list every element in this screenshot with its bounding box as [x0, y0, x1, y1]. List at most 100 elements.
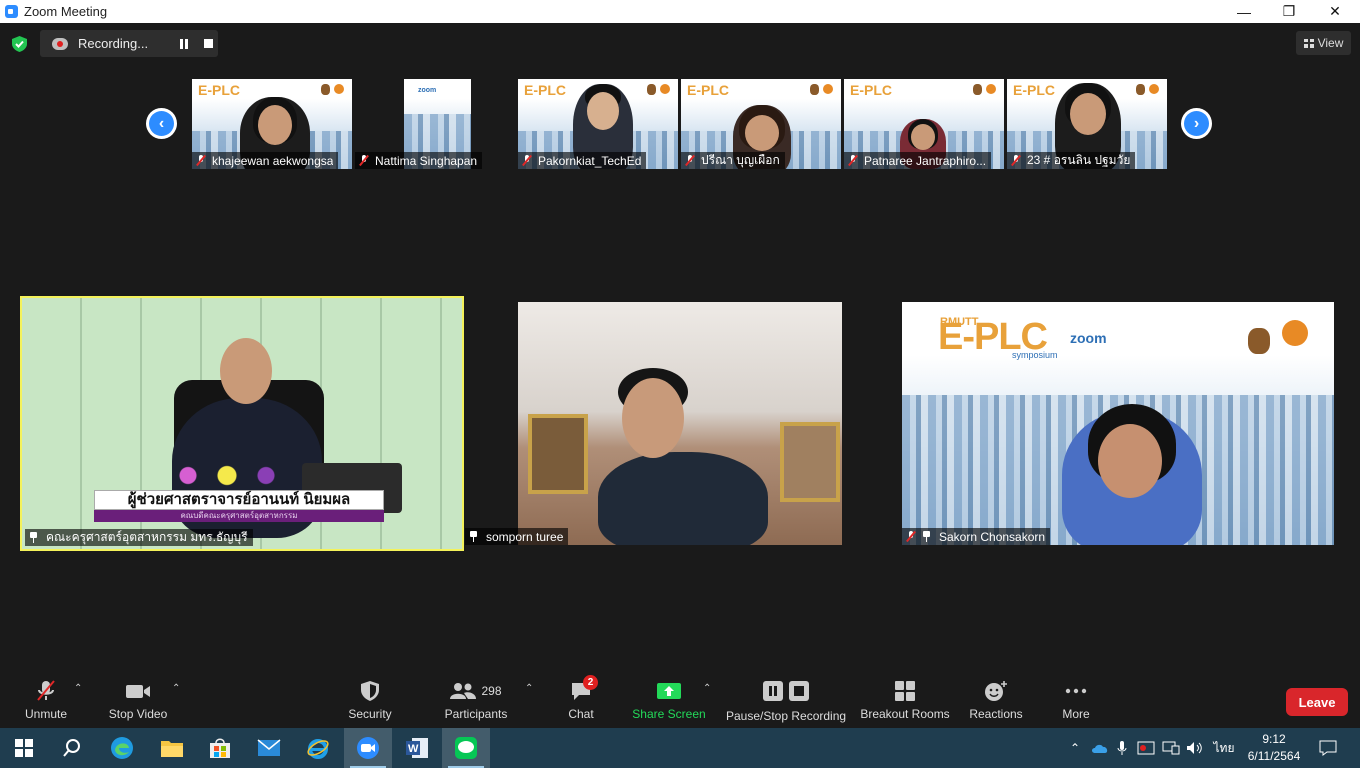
- previous-page-button[interactable]: ‹: [146, 108, 177, 139]
- participant-thumbnail[interactable]: E-PLC khajeewan aekwongsa: [192, 79, 352, 169]
- participant-name: คณะครุศาสตร์อุตสาหกรรม มทร.ธัญบุรี: [46, 530, 248, 544]
- video-options-caret[interactable]: ⌃: [172, 683, 180, 694]
- pause-stop-recording-button[interactable]: Pause/Stop Recording: [726, 679, 846, 724]
- participant-thumbnail[interactable]: E-PLC ปรีณา บุญเผือก: [681, 79, 841, 169]
- next-page-button[interactable]: ›: [1181, 108, 1212, 139]
- clock-date: 6/11/2564: [1247, 749, 1301, 763]
- clock-time: 9:12: [1262, 732, 1286, 746]
- participant-name-tag: khajeewan aekwongsa: [192, 152, 339, 169]
- view-button[interactable]: View: [1296, 31, 1351, 55]
- share-options-caret[interactable]: ⌃: [703, 683, 711, 694]
- participant-figure: [598, 452, 768, 545]
- unmute-label: Unmute: [24, 707, 68, 721]
- participants-icon: [450, 683, 477, 699]
- taskbar-line[interactable]: [442, 728, 490, 768]
- participant-name: Nattima Singhapan: [375, 153, 478, 168]
- participant-tile[interactable]: somporn turee: [465, 302, 898, 545]
- taskbar-clock[interactable]: 9:12 6/11/2564: [1244, 731, 1304, 765]
- symposium-label: symposium: [1012, 350, 1058, 360]
- taskbar-edge[interactable]: [98, 728, 146, 768]
- university-seal-icon: [810, 84, 819, 95]
- cloud-recording-icon: [52, 37, 68, 50]
- security-button[interactable]: Security: [346, 679, 394, 724]
- zoom-logo: zoom: [418, 87, 437, 94]
- taskbar-internet-explorer[interactable]: [294, 728, 342, 768]
- more-dots-icon: [1065, 688, 1087, 694]
- active-speaker-tile[interactable]: ผู้ช่วยศาสตราจารย์อานนท์ นิยมผล คณบดีคณะ…: [20, 296, 464, 551]
- muted-mic-icon: [359, 155, 368, 166]
- speaker-title-banner: คณบดีคณะครุศาสตร์อุตสาหกรรม: [94, 510, 384, 522]
- taskbar-store[interactable]: [196, 728, 244, 768]
- recording-label: Recording...: [78, 36, 149, 51]
- show-hidden-icons-button[interactable]: ⌃: [1066, 728, 1084, 768]
- start-button[interactable]: [0, 728, 48, 768]
- reactions-smiley-icon: [985, 681, 1007, 701]
- leave-button[interactable]: Leave: [1286, 688, 1348, 716]
- participant-name-tag: Nattima Singhapan: [355, 152, 483, 169]
- taskbar-word[interactable]: W: [393, 728, 441, 768]
- participant-thumbnail[interactable]: E-PLC Patnaree Jantraphiro...: [844, 79, 1004, 169]
- participant-thumbnail[interactable]: E-PLC Pakornkiat_TechEd: [518, 79, 678, 169]
- muted-microphone-icon: [37, 680, 55, 701]
- taskbar-mail[interactable]: [245, 728, 293, 768]
- share-screen-icon: [657, 683, 681, 699]
- eplc-logo: E-PLC: [198, 82, 240, 98]
- participant-name: Sakorn Chonsakorn: [939, 529, 1046, 544]
- muted-mic-icon: [848, 155, 857, 166]
- encryption-shield-icon[interactable]: [12, 36, 27, 52]
- participants-options-caret[interactable]: ⌃: [525, 683, 533, 694]
- share-screen-label: Share Screen: [632, 707, 706, 721]
- participant-tile[interactable]: RMUTT E-PLC symposium zoom Sakorn Chonsa…: [902, 302, 1334, 545]
- network-icon[interactable]: [1160, 728, 1182, 768]
- share-screen-button[interactable]: Share Screen: [632, 679, 706, 724]
- breakout-rooms-label: Breakout Rooms: [860, 707, 950, 721]
- participant-name: ปรีณา บุญเผือก: [701, 153, 780, 167]
- svg-text:W: W: [408, 743, 419, 755]
- eplc-logo: E-PLC: [850, 82, 892, 98]
- speaker-name-banner: ผู้ช่วยศาสตราจารย์อานนท์ นิยมผล: [94, 490, 384, 510]
- breakout-rooms-button[interactable]: Breakout Rooms: [860, 679, 950, 724]
- line-chat-icon: [455, 737, 477, 759]
- audio-options-caret[interactable]: ⌃: [74, 683, 82, 694]
- muted-mic-icon: [685, 155, 694, 166]
- chat-button[interactable]: 2 Chat: [563, 675, 599, 724]
- taskbar-zoom[interactable]: [344, 728, 392, 768]
- stop-video-button[interactable]: Stop Video: [106, 679, 170, 724]
- taskbar-search-button[interactable]: [48, 728, 96, 768]
- participant-thumbnail[interactable]: E-PLC 23 # อรนลิน ปฐมวัย: [1007, 79, 1167, 169]
- action-center-button[interactable]: [1314, 728, 1342, 768]
- university-seal-icon: [321, 84, 330, 95]
- input-language-indicator[interactable]: ไทย: [1210, 728, 1238, 768]
- volume-icon[interactable]: [1184, 728, 1206, 768]
- security-tray-icon[interactable]: [1136, 728, 1156, 768]
- more-button[interactable]: More: [1058, 679, 1094, 724]
- meeting-stage: Recording... View ‹ › E-PLC khajeewan ae…: [0, 23, 1360, 673]
- pause-stop-recording-label: Pause/Stop Recording: [725, 709, 847, 723]
- onedrive-cloud-icon[interactable]: [1090, 728, 1110, 768]
- wall-portrait: [780, 422, 840, 502]
- university-seal-icon: [1248, 328, 1270, 354]
- pin-icon: [922, 531, 931, 542]
- participant-name-tag: 23 # อรนลิน ปฐมวัย: [1007, 152, 1136, 169]
- unmute-button[interactable]: Unmute: [22, 679, 70, 724]
- participants-label: Participants: [444, 707, 508, 721]
- participants-button[interactable]: 298 Participants: [444, 679, 508, 724]
- zoom-app-icon: [5, 5, 18, 18]
- minimize-button[interactable]: —: [1221, 0, 1267, 23]
- reactions-button[interactable]: Reactions: [966, 679, 1026, 724]
- participant-name-tag: somporn turee: [465, 528, 569, 545]
- thumbnail-strip: E-PLC khajeewan aekwongsa zoom Nattima S…: [192, 79, 1167, 169]
- pause-recording-icon[interactable]: [180, 38, 190, 49]
- faculty-logo-icon: [986, 84, 996, 94]
- restore-button[interactable]: ❐: [1266, 0, 1312, 23]
- microphone-tray-icon[interactable]: [1114, 728, 1130, 768]
- participants-count: 298: [481, 684, 502, 698]
- close-button[interactable]: ✕: [1312, 0, 1358, 23]
- participant-thumbnail[interactable]: zoom Nattima Singhapan: [355, 79, 515, 169]
- stop-recording-icon[interactable]: [204, 39, 213, 48]
- university-seal-icon: [973, 84, 982, 95]
- taskbar-file-explorer[interactable]: [148, 728, 196, 768]
- eplc-logo: E-PLC: [524, 82, 566, 98]
- notification-icon: [1319, 740, 1337, 756]
- pin-icon: [469, 531, 478, 542]
